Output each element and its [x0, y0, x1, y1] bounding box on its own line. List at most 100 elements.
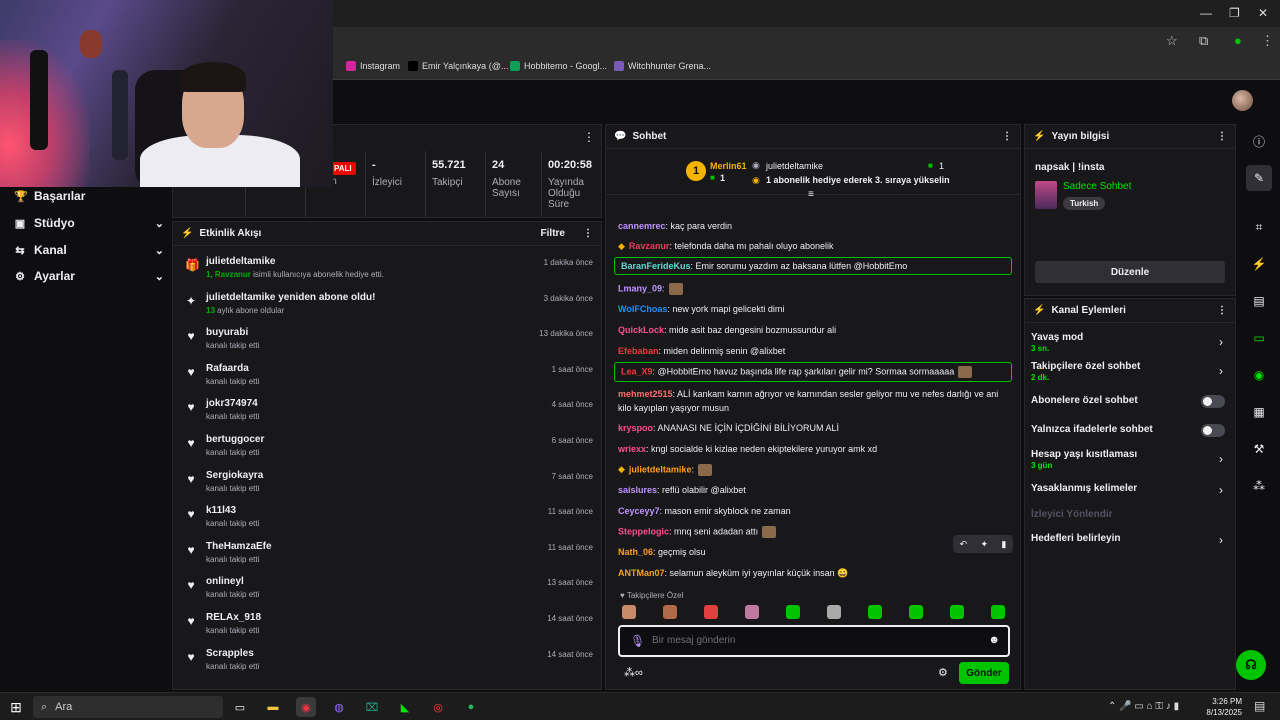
send-button[interactable]: Gönder: [959, 662, 1009, 684]
emoji-icon[interactable]: ☻: [988, 634, 1000, 646]
bookmark-item[interactable]: Emir Yalçınkaya (@...: [408, 61, 508, 71]
emote-icon[interactable]: [745, 605, 759, 619]
chat-username[interactable]: wriexx: [618, 444, 646, 454]
maximize-icon[interactable]: ❐: [1229, 6, 1240, 20]
channel-action-item[interactable]: Yavaş mod 3 sn. ›: [1031, 332, 1227, 353]
chat-username[interactable]: WolFChoas: [618, 304, 667, 314]
pin-icon[interactable]: ✦: [981, 539, 989, 550]
activity-name[interactable]: k11l43: [206, 505, 236, 516]
activity-name[interactable]: jokr374974: [206, 398, 258, 409]
chat-icon[interactable]: ▭: [1246, 325, 1272, 351]
filter-button[interactable]: Filtre: [541, 228, 565, 239]
stats-menu-icon[interactable]: ⋮: [583, 130, 595, 144]
list-item[interactable]: ♥ Sergiokayra kanalı takip etti 7 saat önce: [185, 470, 593, 504]
nav-item-1[interactable]: ▣ Stüdyo ⌄: [14, 216, 164, 230]
info-menu-icon[interactable]: ⋮: [1217, 131, 1227, 142]
avatar[interactable]: [1232, 90, 1253, 111]
lightning-icon[interactable]: ⚡: [1246, 251, 1272, 277]
chat-message[interactable]: Ceyceyy7: mason emir skyblock ne zaman: [618, 506, 1014, 516]
hype-train-bar[interactable]: 1 Merlin61 ■ 1 ◉ julietdeltamike ■ 1 ◉ 1…: [606, 151, 1020, 200]
minimize-icon[interactable]: —: [1200, 6, 1212, 20]
chat-message[interactable]: kryspoo: ANANASI NE İÇİN İÇDİĞİNİ BİLİYO…: [618, 423, 1014, 433]
chat-username[interactable]: ANTMan07: [618, 568, 665, 578]
list-item[interactable]: 🎁 julietdeltamike 1, Ravzanur isimli kulla…: [185, 256, 593, 290]
chat-username[interactable]: Efebaban: [618, 346, 659, 356]
chat-username[interactable]: QuickLock: [618, 325, 664, 335]
chat-username[interactable]: Lea_X9: [621, 366, 653, 376]
chat-username[interactable]: julietdeltamike: [629, 464, 692, 474]
chat-username[interactable]: Lmany_09: [618, 283, 662, 293]
chat-username[interactable]: Ravzanur: [629, 241, 670, 251]
chat-message[interactable]: BaranFerideKus: Emir sorumu yazdım az ba…: [614, 257, 1012, 275]
list-item[interactable]: ✦ julietdeltamike yeniden abone oldu! 13 a…: [185, 292, 593, 326]
taskbar-search[interactable]: ⌕ Ara: [33, 696, 223, 718]
channel-action-item[interactable]: Hedefleri belirleyin ›: [1031, 533, 1227, 547]
chat-message[interactable]: WolFChoas: new york mapi gelicekti dimi: [618, 304, 1014, 314]
layout-icon[interactable]: ▦: [1246, 399, 1272, 425]
category-thumbnail[interactable]: [1035, 181, 1057, 209]
delete-icon[interactable]: ▮: [1001, 539, 1006, 550]
toggle-switch[interactable]: [1201, 395, 1225, 408]
category-link[interactable]: Sadece Sohbet: [1063, 181, 1131, 192]
edit-button[interactable]: Düzenle: [1035, 261, 1225, 283]
chat-menu-icon[interactable]: ⋮: [1002, 131, 1012, 142]
channel-action-item[interactable]: Yasaklanmış kelimeler ›: [1031, 483, 1227, 497]
chat-message[interactable]: wriexx: kngl socialde ki kizlae neden ek…: [618, 444, 1014, 454]
browser-menu-icon[interactable]: ⋮: [1261, 33, 1274, 49]
bookmark-star-icon[interactable]: ☆: [1166, 33, 1178, 49]
info-icon[interactable]: ⓘ: [1246, 128, 1272, 154]
obs-icon[interactable]: ◎: [428, 697, 448, 717]
chat-message[interactable]: Lmany_09:: [618, 283, 1014, 295]
activity-menu-icon[interactable]: ⋮: [583, 228, 593, 239]
chat-message[interactable]: kilo kayıpları yaşıyor musun: [618, 403, 1014, 413]
toggle-switch[interactable]: [1201, 424, 1225, 437]
chat-username[interactable]: Steppelogic: [618, 526, 669, 536]
shapes-icon[interactable]: ⁂: [1246, 473, 1272, 499]
list-item[interactable]: ♥ RELAx_918 kanalı takip etti 14 saat önce: [185, 612, 593, 646]
emote-icon[interactable]: [704, 605, 718, 619]
support-icon[interactable]: ☊: [1236, 650, 1266, 680]
activity-name[interactable]: onlineyl: [206, 576, 244, 587]
emote-icon[interactable]: [622, 605, 636, 619]
activity-name[interactable]: Rafaarda: [206, 363, 249, 374]
crop-icon[interactable]: ⌗: [1246, 214, 1272, 240]
emote-icon[interactable]: [663, 605, 677, 619]
actions-menu-icon[interactable]: ⋮: [1217, 305, 1227, 316]
file-explorer-icon[interactable]: ▬: [263, 697, 283, 717]
chat-message[interactable]: cannemrec: kaç para verdin: [618, 221, 1014, 231]
emote-icon[interactable]: [868, 605, 882, 619]
edit-icon[interactable]: ✎: [1246, 165, 1272, 191]
clock[interactable]: 3:26 PM 8/13/2025: [1206, 696, 1242, 718]
windows-start-icon[interactable]: ⊞: [6, 697, 26, 717]
chat-message[interactable]: Lea_X9: @HobbitEmo havuz başında life ra…: [614, 362, 1012, 382]
chat-username[interactable]: kryspoo: [618, 423, 653, 433]
chat-username[interactable]: cannemrec: [618, 221, 666, 231]
list-item[interactable]: ♥ Scrapples kanalı takip etti 14 saat önce: [185, 648, 593, 682]
spotify-icon[interactable]: ●: [461, 697, 481, 717]
chat-username[interactable]: Ceyceyy7: [618, 506, 660, 516]
chat-message[interactable]: mehmet2515: ALİ kankam karnın ağrıyor ve…: [618, 389, 1014, 399]
activity-name[interactable]: julietdeltamike: [206, 256, 275, 267]
activity-name[interactable]: julietdeltamike yeniden abone oldu!: [206, 292, 375, 303]
chat-input[interactable]: 🎙 Bir mesaj gönderin ☻: [618, 625, 1010, 657]
list-item[interactable]: ♥ k11l43 kanalı takip etti 11 saat önce: [185, 505, 593, 539]
bookmark-item[interactable]: Witchhunter Grena...: [614, 61, 711, 71]
chat-message[interactable]: saislures: reflü olabilir @alixbet: [618, 485, 1014, 495]
chat-username[interactable]: saislures: [618, 485, 657, 495]
list-item[interactable]: ♥ onlineyl kanalı takip etti 13 saat önce: [185, 576, 593, 610]
list-item[interactable]: ♥ buyurabi kanalı takip etti 13 dakika önce: [185, 327, 593, 361]
chat-username[interactable]: Nath_06: [618, 547, 653, 557]
expand-icon[interactable]: ≡: [808, 189, 814, 200]
activity-name[interactable]: RELAx_918: [206, 612, 261, 623]
activity-name[interactable]: buyurabi: [206, 327, 248, 338]
xbox-icon[interactable]: ⌧: [362, 697, 382, 717]
nav-item-0[interactable]: 🏆 Başarılar: [14, 189, 164, 203]
document-icon[interactable]: ▤: [1246, 288, 1272, 314]
bookmark-item[interactable]: Hobbitemo - Googl...: [510, 61, 607, 71]
list-item[interactable]: ♥ jokr374974 kanalı takip etti 4 saat önce: [185, 398, 593, 432]
chrome-icon[interactable]: ◉: [296, 697, 316, 717]
chat-settings-icon[interactable]: ⚙: [938, 666, 948, 679]
activity-name[interactable]: Sergiokayra: [206, 470, 263, 481]
chat-message[interactable]: ANTMan07: selamun aleyküm iyi yayınlar k…: [618, 568, 1014, 579]
nav-item-3[interactable]: ⚙ Ayarlar ⌄: [14, 269, 164, 283]
